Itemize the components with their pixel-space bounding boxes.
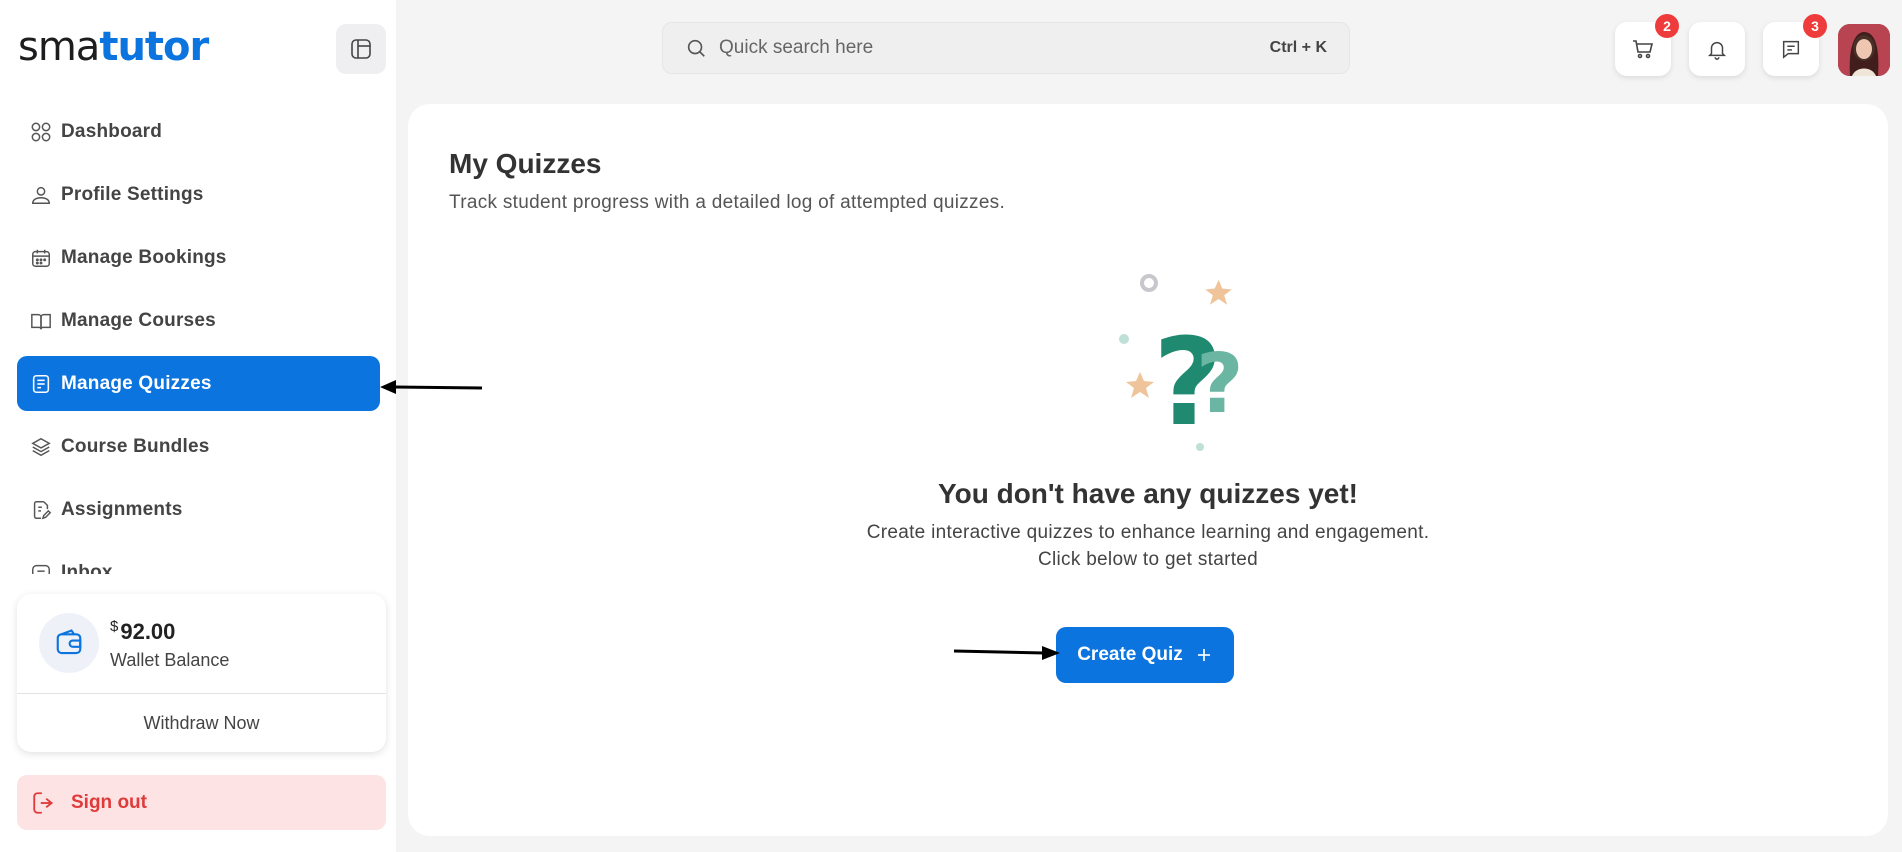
avatar-image <box>1838 24 1890 76</box>
create-quiz-button[interactable]: Create Quiz <box>1056 627 1234 683</box>
empty-state-description: Create interactive quizzes to enhance le… <box>408 519 1888 573</box>
cart-icon <box>1633 40 1654 59</box>
plus-icon <box>1195 646 1213 664</box>
notifications-button[interactable] <box>1689 22 1745 76</box>
page-subtitle: Track student progress with a detailed l… <box>449 192 1006 213</box>
brand-part2: tutor <box>99 24 209 70</box>
sign-out-button[interactable]: Sign out <box>17 775 386 830</box>
page-title: My Quizzes <box>449 148 602 179</box>
empty-state-title: You don't have any quizzes yet! <box>938 478 1358 509</box>
sidebar-item-label: Manage Courses <box>61 309 216 331</box>
grid-icon <box>29 120 53 144</box>
user-icon <box>29 183 53 207</box>
sidebar-item-label: Manage Bookings <box>61 246 227 268</box>
sign-out-icon <box>31 790 57 816</box>
main-card: My Quizzes Track student progress with a… <box>408 104 1888 836</box>
brand-logo[interactable]: smatutor <box>18 22 209 72</box>
cart-button[interactable]: 2 <box>1615 14 1679 76</box>
messages-button[interactable]: 3 <box>1763 14 1827 76</box>
assignment-icon <box>29 498 53 522</box>
sidebar-item-profile-settings[interactable]: Profile Settings <box>17 167 380 222</box>
sidebar-item-label: Profile Settings <box>61 183 204 205</box>
currency-symbol: $ <box>110 618 119 635</box>
svg-text:?: ? <box>1196 337 1244 432</box>
avatar[interactable] <box>1838 24 1890 76</box>
sidebar-item-manage-courses[interactable]: Manage Courses <box>17 293 380 348</box>
wallet-label: Wallet Balance <box>110 650 230 670</box>
sidebar-item-label: Inbox <box>61 561 113 575</box>
calendar-icon <box>29 246 53 270</box>
empty-state-line-2: Click below to get started <box>1037 549 1259 570</box>
sidebar: smatutor Dashboard Profile Settings Mana… <box>0 0 396 852</box>
book-icon <box>29 309 53 333</box>
quiz-icon <box>29 372 53 396</box>
sidebar-item-dashboard[interactable]: Dashboard <box>17 104 380 159</box>
brand-part1: sma <box>18 24 100 70</box>
withdraw-button[interactable]: Withdraw Now <box>17 694 386 752</box>
search-icon <box>685 37 707 59</box>
message-icon <box>1782 40 1800 59</box>
sidebar-item-manage-bookings[interactable]: Manage Bookings <box>17 230 380 285</box>
messages-badge: 3 <box>1803 14 1827 38</box>
sidebar-item-label: Course Bundles <box>61 435 210 457</box>
layers-icon <box>29 435 53 459</box>
sidebar-item-label: Manage Quizzes <box>61 372 212 394</box>
create-quiz-label: Create Quiz <box>1077 644 1183 665</box>
search-bar[interactable]: Ctrl + K <box>662 22 1350 74</box>
sidebar-item-manage-quizzes[interactable]: Manage Quizzes <box>17 356 380 411</box>
annotation-arrow-create <box>953 646 1060 660</box>
sidebar-item-inbox[interactable]: Inbox <box>17 545 380 574</box>
question-marks-illustration: ? ? <box>1119 274 1244 453</box>
search-shortcut-hint: Ctrl + K <box>1269 39 1327 56</box>
sidebar-nav: Dashboard Profile Settings Manage Bookin… <box>17 104 380 574</box>
sidebar-item-course-bundles[interactable]: Course Bundles <box>17 419 380 474</box>
bell-icon <box>1707 41 1727 60</box>
wallet-amount: $92.00 <box>110 618 175 645</box>
annotation-arrow-sidebar <box>380 380 483 394</box>
sidebar-item-label: Assignments <box>61 498 183 520</box>
cart-badge: 2 <box>1655 14 1679 38</box>
sign-out-label: Sign out <box>71 791 147 813</box>
sidebar-toggle-button[interactable] <box>336 24 386 74</box>
wallet-icon <box>39 613 99 673</box>
wallet-card: $92.00 Wallet Balance Withdraw Now <box>17 594 386 752</box>
sidebar-item-assignments[interactable]: Assignments <box>17 482 380 537</box>
sidebar-toggle-icon <box>351 39 371 59</box>
search-input[interactable] <box>719 37 1270 59</box>
wallet-amount-value: 92.00 <box>120 619 176 644</box>
sidebar-item-label: Dashboard <box>61 120 163 142</box>
empty-state-line-1: Create interactive quizzes to enhance le… <box>866 522 1430 543</box>
inbox-icon <box>29 561 53 574</box>
